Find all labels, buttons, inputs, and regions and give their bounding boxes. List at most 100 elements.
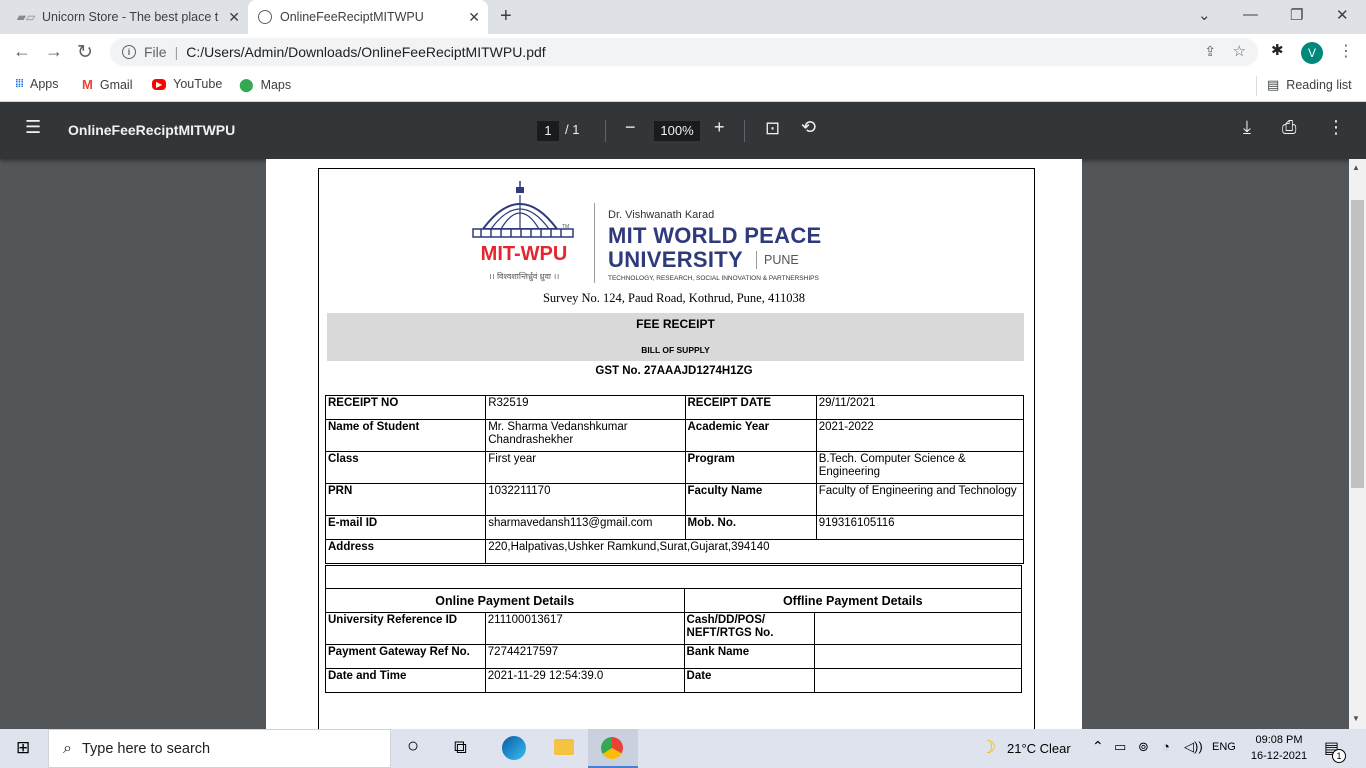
page-number-input[interactable]: 1 [537,121,559,141]
file-explorer-icon[interactable] [554,739,574,755]
value-cell: 72744217597 [484,644,685,669]
label-cell: PRN [324,483,487,516]
value-cell: R32519 [485,395,686,420]
page-total: / 1 [565,122,580,137]
apps-grid-icon: ⁞⁞⁞ [15,78,24,90]
new-tab-icon[interactable]: + [500,5,512,28]
clock-date: 16-12-2021 [1250,750,1308,762]
weather-text[interactable]: 21°C Clear [1007,741,1071,756]
wifi-icon[interactable]: ◔ [1162,739,1170,754]
reload-icon[interactable]: ↻ [77,41,93,64]
label-cell: Bank Name [683,644,816,669]
value-cell: 919316105116 [815,515,1025,540]
logo-divider [594,203,595,283]
globe-icon [258,10,272,24]
logo-motto: ।। विश्वशान्तिर्ध्रुवं ध्रुवा ।। [488,272,560,281]
toolbar-divider [605,120,606,142]
value-cell: Mr. Sharma Vedanshkumar Chandrashekher [485,419,686,452]
gmail-icon: M [82,77,93,92]
taskbar-search-box[interactable]: ⌕ Type here to search [48,729,391,768]
value-cell [814,612,1022,645]
label-cell: Class [324,451,487,484]
clock-time: 09:08 PM [1255,734,1303,746]
profile-avatar[interactable]: V [1301,42,1323,64]
forward-arrow-icon[interactable]: → [45,41,63,62]
notification-count-badge: 1 [1332,749,1346,763]
reading-list-button[interactable]: ▤ Reading list [1267,77,1352,93]
windows-start-icon[interactable]: ⊞ [16,738,30,758]
scrollbar-thumb[interactable] [1351,200,1364,488]
address-bar[interactable]: i File | C:/Users/Admin/Downloads/Online… [110,38,1258,66]
more-options-icon[interactable]: ⋮ [1327,117,1345,138]
reading-list-label: Reading list [1286,78,1352,92]
scroll-down-arrow-icon[interactable]: ▼ [1352,714,1360,723]
close-tab-icon[interactable]: ✕ [468,9,480,26]
taskbar-clock[interactable]: 09:08 PM 16-12-2021 [1246,732,1312,764]
label-cell: RECEIPT DATE [684,395,817,420]
zoom-out-icon[interactable]: − [625,117,636,138]
browser-toolbar: ← → ↻ i File | C:/Users/Admin/Downloads/… [0,34,1366,70]
student-info-table: RECEIPT NO R32519 RECEIPT DATE 29/11/202… [324,395,1025,564]
url-text: C:/Users/Admin/Downloads/OnlineFeeRecipt… [186,44,546,60]
close-tab-icon[interactable]: ✕ [228,9,240,26]
minimize-icon[interactable]: — [1243,6,1258,23]
offline-payment-heading: Offline Payment Details [683,588,1023,613]
meet-now-icon[interactable]: ⊚ [1138,739,1149,755]
label-cell: University Reference ID [325,612,486,645]
bookmark-youtube[interactable]: ▶ YouTube [152,77,222,91]
rotate-icon[interactable]: ⟲ [801,117,816,138]
value-cell: 220,Halpativas,Ushker Ramkund,Surat,Guja… [485,539,1024,564]
browser-menu-icon[interactable]: ⋮ [1338,41,1354,61]
tab-search-chevron-down-icon[interactable]: ⌄ [1198,6,1211,24]
value-cell: sharmavedansh113@gmail.com [485,515,686,540]
value-cell [814,644,1022,669]
zoom-level-input[interactable]: 100% [654,121,700,141]
volume-icon[interactable]: ◁)) [1184,739,1203,755]
table-row: Address 220,Halpativas,Ushker Ramkund,Su… [324,539,1024,564]
value-cell: 2021-11-29 12:54:39.0 [484,668,685,693]
table-row: E-mail ID sharmavedansh113@gmail.com Mob… [324,515,1025,540]
scroll-up-arrow-icon[interactable]: ▲ [1352,163,1360,172]
founder-name: Dr. Vishwanath Karad [608,209,715,221]
payment-details-table: Online Payment Details Offline Payment D… [325,588,1023,693]
tab-strip: ▰▱ Unicorn Store - The best place to ✕ O… [0,0,1366,34]
bookmark-apps[interactable]: ⁞⁞⁞ Apps [15,77,59,91]
chrome-icon [601,737,623,759]
tab-fee-receipt[interactable]: OnlineFeeReciptMITWPU ✕ [248,0,488,34]
back-arrow-icon[interactable]: ← [13,41,31,62]
cortana-circle-icon[interactable]: ○ [407,735,419,758]
language-indicator[interactable]: ENG [1212,741,1236,753]
tab-unicorn-store[interactable]: ▰▱ Unicorn Store - The best place to ✕ [8,0,248,34]
bookmark-maps[interactable]: ⬤ Maps [239,77,291,93]
battery-icon[interactable]: ▭ [1114,739,1126,755]
info-icon[interactable]: i [122,45,136,59]
task-view-icon[interactable]: ⧉ [454,737,467,758]
bookmarks-divider [1256,76,1257,96]
pdf-title: OnlineFeeReciptMITWPU [68,122,236,138]
fit-to-page-icon[interactable]: ⊡ [765,118,780,139]
restore-icon[interactable]: ❐ [1290,6,1303,24]
hamburger-menu-icon[interactable]: ☰ [25,117,41,138]
zoom-in-icon[interactable]: + [714,117,725,138]
value-cell: Faculty of Engineering and Technology [815,483,1025,516]
download-icon[interactable]: ⤓ [1243,117,1251,138]
fee-receipt-title: FEE RECEIPT [636,317,715,331]
bookmark-star-icon[interactable]: ☆ [1233,42,1246,60]
online-payment-heading: Online Payment Details [325,588,685,613]
edge-browser-icon[interactable] [502,736,526,760]
table-row: Date and Time 2021-11-29 12:54:39.0 Date [325,668,1022,693]
share-icon[interactable]: ⇪ [1204,43,1216,60]
show-hidden-icons-chevron-up-icon[interactable]: ⌃ [1092,738,1104,755]
label-cell: Cash/DD/POS/ NEFT/RTGS No. [683,612,816,645]
print-icon[interactable]: ⎙ [1282,117,1296,138]
close-window-icon[interactable]: ✕ [1336,6,1349,24]
bookmark-gmail[interactable]: M Gmail [82,77,133,92]
scheme-label: File [144,44,167,60]
chrome-taskbar-button[interactable] [588,729,638,768]
value-cell: First year [485,451,686,484]
logo-trademark: TM [562,224,570,230]
toolbar-divider [744,120,745,142]
pdf-page: TM MIT-WPU ।। विश्वशान्तिर्ध्रुवं ध्रुवा… [266,159,1082,729]
extensions-puzzle-icon[interactable]: ✱ [1271,41,1284,59]
bill-of-supply: BILL OF SUPPLY [641,345,710,355]
